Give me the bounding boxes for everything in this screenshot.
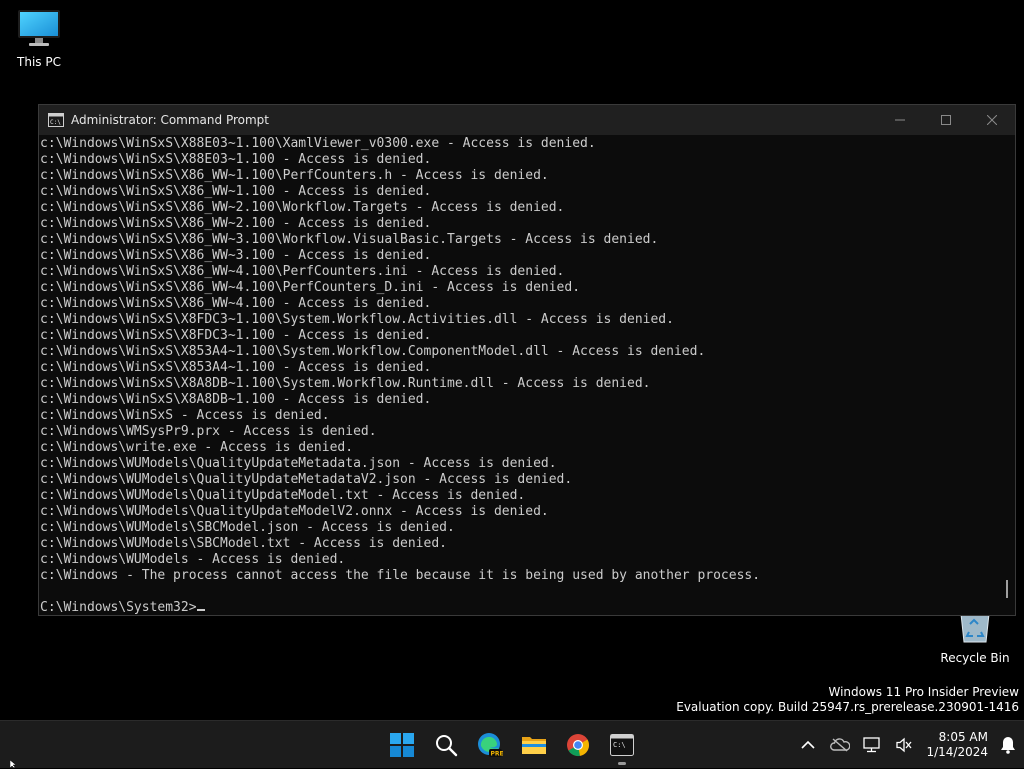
console-scrollbar[interactable]: [998, 135, 1015, 615]
console-line: c:\Windows\WinSxS\X8FDC3~1.100 - Access …: [40, 328, 432, 343]
maximize-button[interactable]: [923, 105, 969, 135]
folder-icon: [522, 737, 546, 754]
watermark-line-2: Evaluation copy. Build 25947.rs_prerelea…: [676, 700, 1019, 714]
console-line: c:\Windows\WinSxS\X853A4~1.100 - Access …: [40, 360, 432, 375]
desktop-icon-this-pc[interactable]: This PC: [0, 8, 78, 69]
console-line: c:\Windows\WUModels\SBCModel.txt - Acces…: [40, 536, 447, 551]
network-button[interactable]: [856, 725, 888, 765]
command-prompt-line[interactable]: C:\Windows\System32>: [40, 600, 997, 615]
console-line: c:\Windows\WinSxS\X86_WW~1.100 - Access …: [40, 184, 432, 199]
window-title: Administrator: Command Prompt: [71, 113, 269, 127]
minimize-icon: [895, 119, 905, 121]
clock-time: 8:05 AM: [938, 730, 988, 744]
console-line: c:\Windows\WUModels\QualityUpdateMetadat…: [40, 472, 573, 487]
onedrive-button[interactable]: [824, 725, 856, 765]
notifications-button[interactable]: [992, 725, 1024, 765]
console-line: c:\Windows\WUModels - Access is denied.: [40, 552, 346, 567]
console-line: c:\Windows\WinSxS\X88E03~1.100\XamlViewe…: [40, 136, 596, 151]
start-button[interactable]: [380, 725, 424, 765]
watermark-line-1: Windows 11 Pro Insider Preview: [828, 685, 1019, 699]
svg-text:C:\: C:\: [50, 119, 61, 126]
cmd-icon: C:\: [48, 113, 64, 127]
console-output[interactable]: c:\Windows\WinSxS\X88E03~1.100\XamlViewe…: [40, 135, 997, 615]
edge-button[interactable]: PRE: [468, 725, 512, 765]
maximize-icon: [941, 115, 951, 125]
console-line: c:\Windows\WUModels\QualityUpdateModelV2…: [40, 504, 549, 519]
console-line: c:\Windows\WinSxS\X8A8DB~1.100 - Access …: [40, 392, 432, 407]
volume-icon: [896, 737, 912, 753]
close-button[interactable]: [969, 105, 1015, 135]
chrome-button[interactable]: [556, 725, 600, 765]
chevron-up-icon: [801, 740, 816, 749]
chrome-icon: [567, 734, 590, 757]
terminal-icon: C:\: [610, 734, 634, 756]
console-line: c:\Windows\WinSxS\X86_WW~2.100\Workflow.…: [40, 200, 565, 215]
clock-date: 1/14/2024: [926, 745, 988, 759]
desktop: This PC Recycle Bin Windows 11 Pro Insid…: [0, 0, 1024, 768]
console-line: c:\Windows\WinSxS\X853A4~1.100\System.Wo…: [40, 344, 706, 359]
close-icon: [987, 115, 997, 125]
command-prompt-window[interactable]: C:\ Administrator: Command Prompt c:\Win…: [38, 104, 1016, 616]
console-line: c:\Windows\WUModels\SBCModel.json - Acce…: [40, 520, 455, 535]
console-line: c:\Windows\WinSxS\X86_WW~3.100\Workflow.…: [40, 232, 659, 247]
console-line: c:\Windows\WMSysPr9.prx - Access is deni…: [40, 424, 377, 439]
console-line: c:\Windows\WinSxS - Access is denied.: [40, 408, 330, 423]
window-titlebar[interactable]: C:\ Administrator: Command Prompt: [39, 105, 1015, 135]
edge-icon: PRE: [478, 733, 504, 758]
file-explorer-button[interactable]: [512, 725, 556, 765]
console-line: c:\Windows\WinSxS\X86_WW~4.100\PerfCount…: [40, 264, 565, 279]
console-line: c:\Windows\WinSxS\X86_WW~2.100 - Access …: [40, 216, 432, 231]
console-line: c:\Windows\write.exe - Access is denied.: [40, 440, 354, 455]
mouse-pointer-icon: [10, 760, 17, 768]
show-hidden-icons-button[interactable]: [792, 725, 824, 765]
console-line: c:\Windows\WUModels\QualityUpdateModel.t…: [40, 488, 526, 503]
taskbar-clock[interactable]: 8:05 AM 1/14/2024: [920, 730, 992, 760]
console-line: c:\Windows\WinSxS\X8A8DB~1.100\System.Wo…: [40, 376, 651, 391]
notification-bell-icon: [1001, 737, 1015, 754]
desktop-icon-label: Recycle Bin: [940, 651, 1010, 665]
svg-text:C:\: C:\: [613, 741, 626, 749]
onedrive-icon: [830, 738, 851, 752]
console-line: c:\Windows - The process cannot access t…: [40, 568, 761, 583]
console-line: c:\Windows\WUModels\QualityUpdateMetadat…: [40, 456, 557, 471]
system-tray: 8:05 AM 1/14/2024: [792, 721, 1024, 769]
prompt-text: C:\Windows\System32>: [40, 600, 197, 615]
minimize-button[interactable]: [877, 105, 923, 135]
volume-button[interactable]: [888, 725, 920, 765]
taskbar-apps: PRE C:\: [380, 721, 644, 769]
console-line: c:\Windows\WinSxS\X86_WW~3.100 - Access …: [40, 248, 432, 263]
console-line: c:\Windows\WinSxS\X86_WW~4.100 - Access …: [40, 296, 432, 311]
desktop-icon-label: This PC: [17, 55, 61, 69]
search-button[interactable]: [424, 725, 468, 765]
console-line: c:\Windows\WinSxS\X8FDC3~1.100\System.Wo…: [40, 312, 674, 327]
desktop-icon-recycle-bin[interactable]: Recycle Bin: [936, 610, 1014, 665]
monitor-icon: [18, 10, 60, 46]
evaluation-watermark: Windows 11 Pro Insider Preview Evaluatio…: [676, 685, 1019, 715]
network-icon: [863, 737, 881, 753]
text-cursor: [196, 609, 205, 611]
svg-text:PRE: PRE: [491, 751, 504, 758]
taskbar: PRE C:\ 8:05 AM 1/14/2024: [0, 720, 1024, 768]
console-line: c:\Windows\WinSxS\X86_WW~4.100\PerfCount…: [40, 280, 581, 295]
windows-logo-icon: [390, 733, 414, 757]
search-icon: [436, 735, 458, 757]
scrollbar-thumb[interactable]: [1006, 580, 1008, 598]
terminal-button[interactable]: C:\: [600, 725, 644, 765]
console-line: c:\Windows\WinSxS\X88E03~1.100 - Access …: [40, 152, 432, 167]
console-line: c:\Windows\WinSxS\X86_WW~1.100\PerfCount…: [40, 168, 549, 183]
